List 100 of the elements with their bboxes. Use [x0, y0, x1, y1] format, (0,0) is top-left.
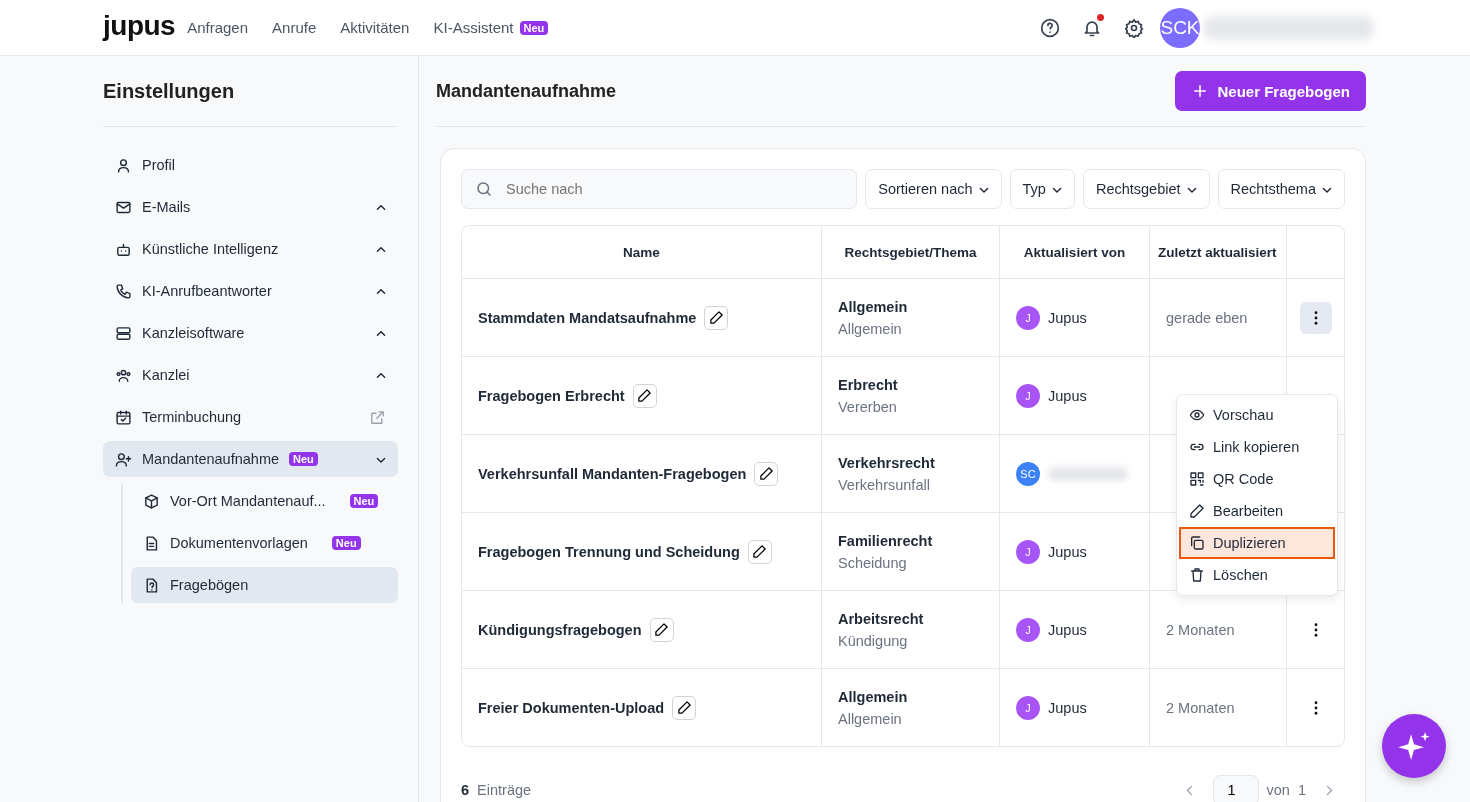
menu-item[interactable]: Duplizieren: [1179, 527, 1335, 559]
user-avatar: SC: [1016, 461, 1040, 486]
chevron-icon: [1186, 185, 1197, 193]
user-avatar: J: [1016, 617, 1040, 642]
new-badge: Neu: [289, 452, 318, 466]
table-cell: Arbeitsrecht: [838, 610, 924, 627]
menu-item[interactable]: Bearbeiten: [1179, 495, 1335, 527]
new-questionnaire-button[interactable]: Neuer Fragebogen: [1175, 71, 1366, 111]
nav-link[interactable]: Anfragen: [187, 19, 249, 36]
table-cell-text: Verkehrsunfall: [838, 476, 931, 493]
search-icon: [475, 180, 493, 198]
menu-item[interactable]: QR Code: [1179, 463, 1335, 495]
item-icon: [115, 408, 132, 426]
sidebar-item[interactable]: Kanzleisoftware: [103, 315, 398, 351]
sidebar-item[interactable]: KI-Anrufbeantworter: [103, 273, 398, 309]
table-cell: Allgemein: [838, 298, 908, 315]
table-cell: Jupus: [1048, 699, 1087, 716]
sidebar-item[interactable]: Kanzlei: [103, 357, 398, 393]
pencil-icon: [676, 700, 692, 715]
item-icon: [115, 450, 132, 468]
edit-button[interactable]: [704, 305, 729, 330]
sidebar-item[interactable]: Mandantenaufnahme Neu: [103, 441, 398, 477]
sidebar-item[interactable]: Terminbuchung: [103, 399, 398, 435]
item-icon: [115, 324, 132, 342]
sidebar-item[interactable]: Künstliche Intelligenz: [103, 231, 398, 267]
new-badge: Neu: [331, 536, 361, 550]
column-header: Aktualisiert von: [1000, 226, 1150, 278]
entry-count: 6: [461, 782, 470, 798]
table-cell: Vererben: [838, 398, 898, 415]
page-title: Mandantenaufnahme: [436, 80, 617, 102]
sidebar-title: Einstellungen: [103, 56, 398, 127]
sidebar-item[interactable]: Fragebögen: [131, 567, 398, 603]
chevron-icon: [376, 371, 386, 379]
sidebar-item[interactable]: Dokumentenvorlagen Neu: [131, 525, 398, 561]
menu-item[interactable]: Link kopieren: [1179, 431, 1335, 463]
logo[interactable]: jupus: [103, 9, 176, 42]
external-link-icon: [369, 408, 386, 426]
sidebar-item[interactable]: Profil: [103, 147, 398, 183]
help-icon: [1040, 17, 1060, 38]
table-cell: Jupus: [1048, 621, 1087, 638]
edit-button[interactable]: [649, 617, 674, 642]
chevron-icon: [1322, 185, 1332, 193]
menu-item[interactable]: Vorschau: [1179, 399, 1335, 431]
chevron-icon: [376, 245, 386, 253]
edit-button[interactable]: [672, 695, 697, 720]
filter-dropdown[interactable]: Typ: [1009, 169, 1075, 209]
user-avatar: J: [1016, 695, 1040, 720]
table-cell: Allgemein: [838, 688, 908, 705]
table-cell-text: Allgemein: [838, 710, 903, 727]
nav-link[interactable]: KI-Assistent: [433, 19, 514, 36]
sidebar-item[interactable]: E-Mails: [103, 189, 398, 225]
pencil-icon: [752, 544, 768, 559]
table-cell: Fragebogen Erbrecht: [478, 387, 625, 404]
column-header: Rechtsgebiet/Thema: [822, 226, 1000, 278]
settings-icon: [1124, 17, 1144, 38]
table-cell: Stammdaten Mandatsaufnahme: [478, 309, 697, 326]
filter-dropdown[interactable]: Sortieren nach: [865, 169, 1002, 209]
table-cell: 2 Monaten: [1166, 699, 1235, 716]
table-cell-text: Scheidung: [838, 554, 908, 571]
avatar[interactable]: SCK: [1160, 7, 1200, 48]
table-cell: Fragebogen Trennung und Scheidung: [478, 543, 740, 560]
dots-icon: [1313, 700, 1318, 715]
item-icon: [115, 156, 132, 174]
table-cell: Jupus: [1048, 387, 1087, 404]
ai-assistant-button[interactable]: [1382, 714, 1446, 778]
eye-icon: [1189, 407, 1205, 423]
edit-button[interactable]: [632, 383, 657, 408]
page-total: 1: [1297, 782, 1306, 798]
dots-icon: [1313, 310, 1318, 325]
table-cell: Familienrecht: [838, 532, 933, 549]
chevron-icon: [1051, 185, 1062, 193]
pencil-icon: [654, 622, 669, 637]
sidebar-item[interactable]: Vor-Ort Mandantenauf... Neu: [131, 483, 398, 519]
chevron-icon: [978, 185, 989, 193]
edit-button[interactable]: [754, 461, 779, 486]
page-field[interactable]: 1: [1212, 775, 1259, 802]
table-cell: Kündigungsfragebogen: [478, 621, 642, 638]
new-badge: Neu: [519, 20, 549, 35]
table-cell: Verkehrsrecht: [838, 454, 935, 471]
nav-link[interactable]: Aktivitäten: [340, 19, 410, 36]
qr-icon: [1189, 471, 1205, 487]
user-avatar: J: [1016, 383, 1040, 408]
filter-dropdown[interactable]: Rechtsgebiet: [1082, 169, 1210, 209]
search-field[interactable]: Suche nach: [461, 169, 858, 209]
edit-button[interactable]: [747, 539, 772, 564]
filter-dropdown[interactable]: Rechtsthema: [1217, 169, 1345, 209]
table-cell: gerade eben: [1166, 309, 1248, 326]
next-page-icon: [1326, 784, 1333, 796]
pencil-icon: [708, 310, 724, 325]
pencil-icon: [637, 388, 653, 403]
copy-icon: [1189, 535, 1205, 551]
chevron-icon: [376, 203, 386, 211]
menu-item[interactable]: Löschen: [1179, 559, 1335, 591]
nav-link[interactable]: Anrufe: [272, 19, 317, 36]
trash-icon: [1189, 567, 1205, 583]
chevron-icon: [376, 329, 386, 337]
user-avatar: J: [1016, 539, 1040, 564]
table-cell-text: Allgemein: [838, 320, 903, 337]
new-badge: Neu: [349, 494, 379, 508]
item-icon: [143, 492, 160, 510]
